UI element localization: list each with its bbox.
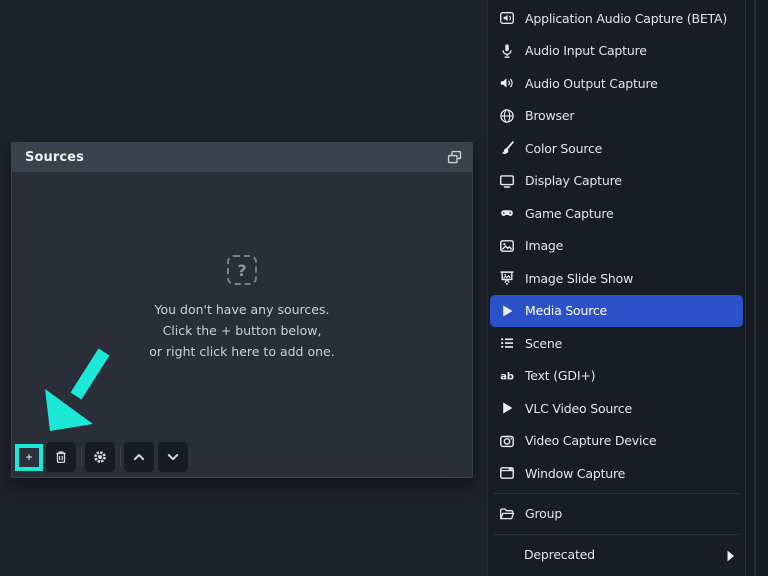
empty-line-1: You don't have any sources. (154, 302, 330, 317)
add-source-button[interactable] (15, 443, 43, 471)
add-source-menu: Application Audio Capture (BETA) Audio In… (487, 0, 746, 576)
menu-item-vlc-video-source[interactable]: VLC Video Source (488, 392, 745, 425)
sources-empty-state: ? You don't have any sources. Click the … (12, 255, 472, 362)
menu-item-label: Browser (525, 108, 575, 124)
sources-panel-title: Sources (25, 150, 84, 165)
menu-item-label: Window Capture (525, 465, 626, 481)
menu-item-label: Display Capture (525, 173, 622, 189)
plus-icon (26, 454, 32, 460)
menu-item-label: Deprecated (524, 546, 595, 562)
source-properties-button[interactable] (85, 442, 115, 472)
menu-item-application-audio-capture-beta[interactable]: Application Audio Capture (BETA) (488, 2, 745, 35)
sources-toolbar (15, 442, 192, 472)
menu-item-label: Game Capture (525, 205, 614, 221)
gear-icon (94, 451, 106, 463)
sources-empty-text: You don't have any sources. Click the + … (12, 299, 472, 362)
empty-line-3: or right click here to add one. (149, 344, 335, 359)
popout-icon-glyph (447, 150, 461, 164)
image-slide-show-icon (499, 271, 514, 285)
menu-item-label: Application Audio Capture (BETA) (525, 10, 728, 26)
text-gdi-icon: ab (500, 371, 514, 382)
background-strip (746, 0, 768, 576)
popout-icon[interactable] (445, 149, 463, 167)
chevron-down-icon (167, 454, 179, 461)
move-source-down-button[interactable] (158, 442, 188, 472)
menu-item-label: Image Slide Show (525, 270, 634, 286)
menu-item-label: Audio Output Capture (525, 75, 658, 91)
menu-item-group[interactable]: Group (488, 498, 745, 531)
menu-item-label: VLC Video Source (525, 400, 632, 416)
group-icon (499, 508, 514, 519)
menu-item-audio-output-capture[interactable]: Audio Output Capture (488, 67, 745, 100)
menu-separator (488, 530, 745, 538)
empty-line-2: Click the + button below, (162, 323, 322, 338)
submenu-arrow-icon (727, 550, 734, 562)
menu-item-deprecated[interactable]: Deprecated (488, 538, 745, 571)
display-capture-icon (499, 174, 514, 188)
menu-separator (488, 490, 745, 498)
menu-item-audio-input-capture[interactable]: Audio Input Capture (488, 35, 745, 68)
browser-icon (499, 109, 514, 123)
color-source-icon (501, 141, 514, 155)
menu-item-media-source[interactable]: Media Source (490, 294, 743, 327)
menu-item-image[interactable]: Image (488, 230, 745, 263)
remove-source-button[interactable] (46, 442, 76, 472)
audio-input-capture-icon (501, 44, 512, 58)
menu-item-window-capture[interactable]: Window Capture (488, 457, 745, 490)
application-audio-capture-icon (499, 12, 514, 25)
menu-item-image-slide-show[interactable]: Image Slide Show (488, 262, 745, 295)
scene-icon (500, 338, 513, 349)
menu-item-label: Video Capture Device (525, 433, 657, 449)
sources-panel-header: Sources (12, 143, 472, 172)
menu-item-display-capture[interactable]: Display Capture (488, 165, 745, 198)
background-panel-edge (754, 0, 756, 576)
menu-item-label: Color Source (525, 140, 603, 156)
chevron-up-icon (133, 454, 145, 461)
image-icon (499, 239, 514, 252)
toolbar-separator (120, 447, 121, 467)
menu-item-scene[interactable]: Scene (488, 327, 745, 360)
video-capture-device-icon (499, 435, 514, 447)
window-capture-icon (499, 467, 514, 480)
menu-item-label: Scene (525, 335, 563, 351)
question-mark-icon: ? (227, 255, 257, 285)
menu-item-label: Group (525, 506, 563, 522)
menu-item-label: Text (GDI+) (525, 368, 596, 384)
menu-item-game-capture[interactable]: Game Capture (488, 197, 745, 230)
move-source-up-button[interactable] (124, 442, 154, 472)
sources-panel: Sources ? You don't have any sources. Cl… (11, 142, 473, 478)
menu-item-color-source[interactable]: Color Source (488, 132, 745, 165)
menu-item-label: Audio Input Capture (525, 43, 647, 59)
menu-item-video-capture-device[interactable]: Video Capture Device (488, 425, 745, 458)
game-capture-icon (500, 210, 513, 217)
toolbar-separator (81, 447, 82, 467)
menu-item-text-gdi[interactable]: ab Text (GDI+) (488, 360, 745, 393)
svg-text:ab: ab (500, 371, 514, 382)
media-source-icon (502, 305, 512, 317)
menu-item-browser[interactable]: Browser (488, 100, 745, 133)
trash-icon (56, 451, 66, 464)
menu-item-label: Image (525, 238, 564, 254)
menu-item-label: Media Source (525, 303, 608, 319)
audio-output-capture-icon (500, 78, 513, 88)
vlc-video-source-icon (502, 402, 512, 414)
